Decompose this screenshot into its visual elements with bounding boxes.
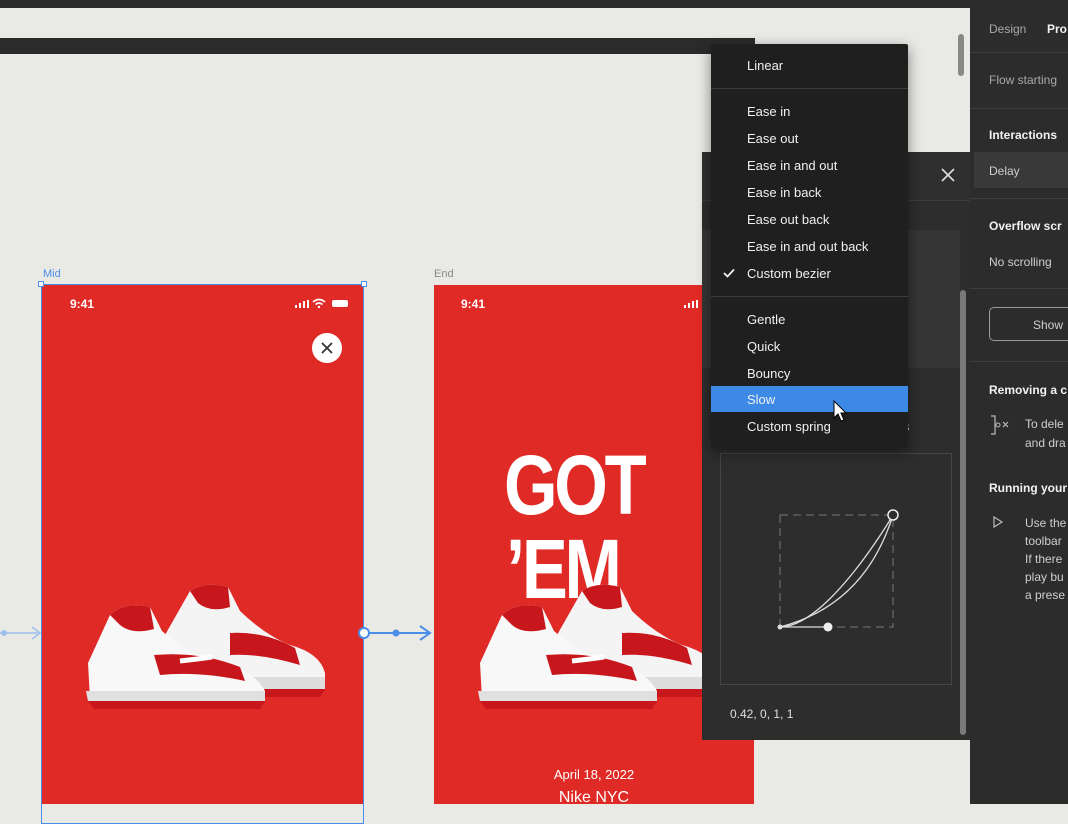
canvas-scrollbar[interactable] [958,34,964,76]
release-date: April 18, 2022 [553,767,635,782]
bezier-values[interactable]: 0.42, 0, 1, 1 [730,707,793,721]
running-text-2: toolbar [1025,534,1062,548]
removing-text-1: To dele [1025,417,1064,431]
divider [970,198,1068,199]
menu-item-gentle[interactable]: Gentle [711,306,908,332]
show-button-label: Show [1033,318,1064,332]
right-panel [970,0,1068,804]
mouse-cursor-icon [833,400,848,422]
menu-item-custom-spring[interactable]: Custom spring [711,413,908,439]
menu-item-ease-in[interactable]: Ease in [711,98,908,124]
flow-starting-label: Flow starting [989,73,1058,87]
menu-item-ease-in-and-out-back[interactable]: Ease in and out back [711,233,908,259]
menu-item-ease-in-and-out[interactable]: Ease in and out [711,152,908,178]
frame-label-end[interactable]: End [434,268,454,280]
store-name: Nike NYC [558,789,630,804]
play-icon [993,515,1004,529]
window-top-strip [0,0,970,8]
menu-item-quick[interactable]: Quick [711,333,908,359]
menu-item-linear[interactable]: Linear [711,52,908,78]
removing-text-2: and dra [1025,436,1066,450]
tab-prototype[interactable]: Pro [1047,22,1067,36]
delay-label[interactable]: Delay [989,164,1020,178]
overflow-select[interactable]: No scrolling [989,255,1052,269]
panel-scrollbar[interactable] [960,290,966,735]
menu-item-custom-bezier[interactable]: Custom bezier [711,260,908,286]
menu-item-slow[interactable]: Slow [711,386,908,412]
menu-item-ease-in-back[interactable]: Ease in back [711,179,908,205]
menu-divider [711,88,908,89]
headline-line1: GOT [504,438,647,532]
frame-above[interactable] [0,38,755,54]
divider [970,361,1068,362]
remove-connection-icon [991,415,1009,435]
divider [970,288,1068,289]
status-time-end: 9:41 [461,297,486,311]
interactions-heading: Interactions [989,128,1058,142]
close-icon[interactable] [940,167,956,183]
easing-menu: Linear Ease in Ease out Ease in and out … [711,44,908,448]
running-text-5: a prese [1025,588,1066,602]
overflow-heading: Overflow scr [989,219,1062,233]
frame-label-mid[interactable]: Mid [43,268,61,280]
prototype-connectors [0,625,432,641]
removing-heading: Removing a c [989,383,1068,397]
resize-handle-tl[interactable] [38,281,44,287]
menu-item-ease-out[interactable]: Ease out [711,125,908,151]
bezier-curve[interactable] [770,505,905,635]
signal-icon [684,300,698,308]
running-text-4: play bu [1025,570,1064,584]
checkmark-icon [723,268,735,278]
tab-design[interactable]: Design [989,22,1026,36]
running-text-3: If there [1025,552,1063,566]
resize-handle-tr[interactable] [361,281,367,287]
menu-item-bouncy[interactable]: Bouncy [711,360,908,386]
menu-divider [711,296,908,297]
menu-item-ease-out-back[interactable]: Ease out back [711,206,908,232]
running-heading: Running your [989,481,1067,495]
divider [970,52,1068,53]
selection-outline [41,284,364,824]
sneakers-image [478,584,717,709]
divider [970,108,1068,109]
running-text-1: Use the [1025,516,1067,530]
